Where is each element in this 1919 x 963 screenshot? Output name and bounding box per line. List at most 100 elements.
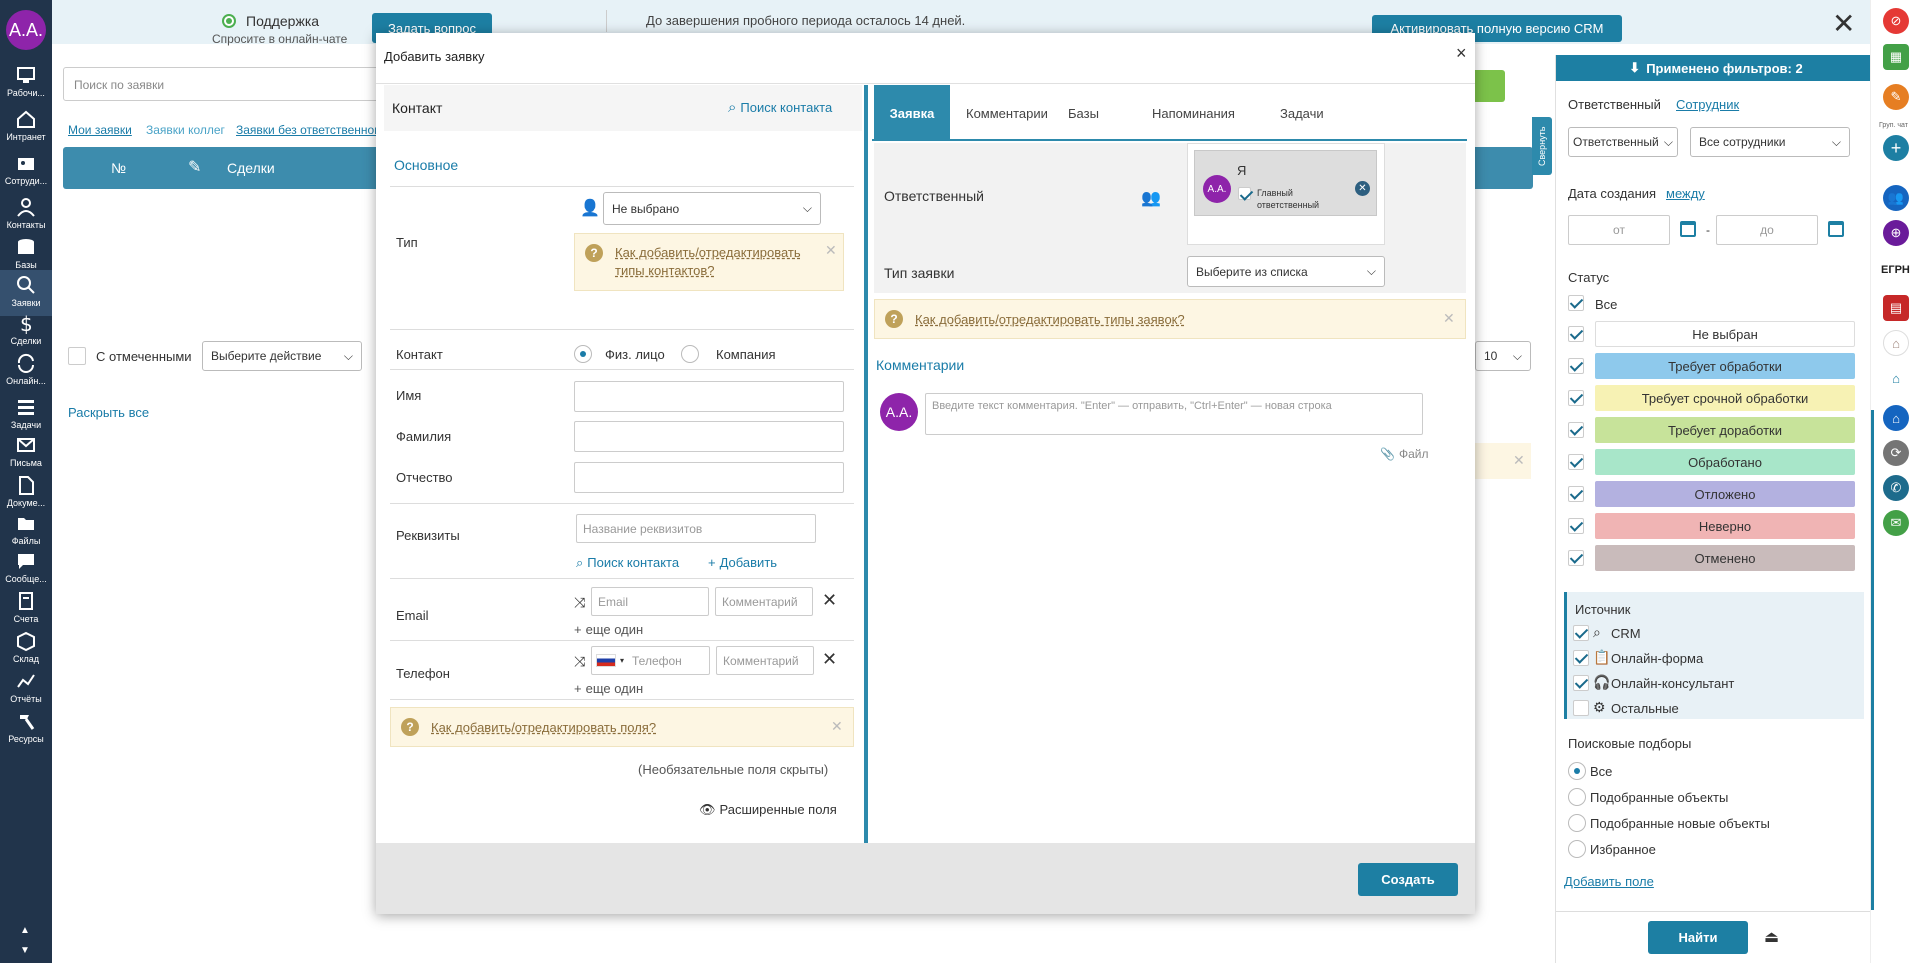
attach-file-link[interactable]: 📎 Файл — [1380, 447, 1428, 461]
upload-icon[interactable]: ⏏ — [1764, 927, 1779, 947]
date-from-input[interactable]: от — [1568, 215, 1670, 245]
select-all-checkbox[interactable] — [68, 347, 86, 365]
email-input[interactable]: Email — [591, 587, 709, 616]
add-email-link[interactable]: + еще один — [574, 622, 643, 637]
home-outline-icon[interactable]: ⌂ — [1883, 365, 1909, 391]
remove-responsible-icon[interactable]: ✕ — [1355, 181, 1370, 196]
nav-item[interactable]: Рабочи... — [0, 60, 52, 106]
modal-close-icon[interactable]: × — [1456, 43, 1467, 64]
mail-icon[interactable]: ✉ — [1883, 510, 1909, 536]
sync-icon[interactable]: ⟳ — [1883, 440, 1909, 466]
network-icon[interactable]: ⊕ — [1883, 220, 1909, 246]
my-requests-link[interactable]: Мои заявки — [68, 123, 132, 137]
phone-icon[interactable]: ✆ — [1883, 475, 1909, 501]
close-icon[interactable]: ✕ — [1513, 452, 1525, 469]
calendar-icon[interactable] — [1828, 221, 1844, 237]
remove-icon[interactable]: ✕ — [822, 649, 837, 670]
group-chat-icon[interactable]: ✎ — [1883, 84, 1909, 110]
comment-input[interactable]: Введите текст комментария. "Enter" — отп… — [925, 393, 1423, 435]
phone-comment-input[interactable]: Комментарий — [716, 646, 814, 675]
search-contact-link[interactable]: ⌕ Поиск контакта — [728, 99, 832, 116]
status-checkbox[interactable] — [1568, 422, 1584, 438]
close-icon[interactable]: ✕ — [1832, 10, 1855, 38]
status-all-checkbox[interactable] — [1568, 295, 1584, 311]
source-checkbox[interactable] — [1573, 700, 1589, 716]
date-to-input[interactable]: до — [1716, 215, 1818, 245]
calendar-icon[interactable] — [1680, 221, 1696, 237]
person-radio[interactable] — [574, 345, 592, 363]
search-option-radio[interactable] — [1568, 788, 1586, 806]
type-select[interactable]: Не выбрано ⌵ — [603, 192, 821, 225]
requisites-search-link[interactable]: ⌕ Поиск контакта — [576, 555, 679, 571]
employee-link[interactable]: Сотрудник — [1676, 97, 1739, 112]
tab-comments[interactable]: Комментарии — [966, 85, 1048, 141]
nav-item[interactable]: Интранет — [0, 104, 52, 150]
plus-icon[interactable]: + — [1883, 135, 1909, 161]
email-comment-input[interactable]: Комментарий — [715, 587, 813, 616]
status-checkbox[interactable] — [1568, 390, 1584, 406]
main-responsible-checkbox[interactable] — [1238, 187, 1251, 200]
expand-all-link[interactable]: Раскрыть все — [68, 405, 149, 420]
home-icon[interactable]: ⌂ — [1883, 405, 1909, 431]
tab-bases[interactable]: Базы — [1068, 85, 1099, 141]
tab-request[interactable]: Заявка — [874, 85, 950, 141]
status-checkbox[interactable] — [1568, 454, 1584, 470]
add-field-link[interactable]: Добавить поле — [1564, 874, 1654, 889]
green-button[interactable] — [1470, 70, 1505, 102]
status-badge[interactable]: Требует доработки — [1595, 417, 1855, 443]
between-link[interactable]: между — [1666, 186, 1705, 201]
status-badge[interactable]: Требует обработки — [1595, 353, 1855, 379]
shuffle-icon[interactable]: ⤨ — [574, 653, 585, 670]
nav-item[interactable]: Онлайн... — [0, 348, 52, 394]
extended-fields-link[interactable]: 👁 Расширенные поля — [699, 802, 837, 818]
tab-reminders[interactable]: Напоминания — [1152, 85, 1235, 141]
egrn-label[interactable]: ЕГРН — [1881, 264, 1910, 276]
add-phone-link[interactable]: + еще один — [574, 681, 643, 696]
request-type-hint-link[interactable]: Как добавить/отредактировать типы заявок… — [915, 312, 1185, 327]
source-checkbox[interactable] — [1573, 675, 1589, 691]
phone-input[interactable]: ▾ Телефон — [591, 646, 710, 675]
bulk-action-select[interactable]: Выберите действие ⌵ — [202, 341, 362, 371]
unassigned-requests-link[interactable]: Заявки без ответственного — [236, 123, 376, 137]
search-option-radio[interactable] — [1568, 840, 1586, 858]
nav-item[interactable]: Сотруди... — [0, 148, 52, 194]
nav-item[interactable]: Ресурсы — [0, 706, 52, 752]
page-size-select[interactable]: 10 ⌵ — [1475, 341, 1531, 371]
status-badge[interactable]: Неверно — [1595, 513, 1855, 539]
responsible-select[interactable]: Ответственный ⌵ — [1568, 127, 1678, 157]
scroll-up-icon[interactable]: ▲ — [20, 925, 30, 936]
create-button[interactable]: Создать — [1358, 863, 1458, 896]
search-input[interactable]: Поиск по заявки — [63, 67, 383, 101]
collapse-tab[interactable]: Свернуть — [1532, 117, 1552, 175]
fields-hint-link[interactable]: Как добавить/отредактировать поля? — [431, 720, 656, 735]
users-icon[interactable]: 👥 — [1883, 185, 1909, 211]
status-badge[interactable]: Отменено — [1595, 545, 1855, 571]
status-checkbox[interactable] — [1568, 518, 1584, 534]
status-checkbox[interactable] — [1568, 486, 1584, 502]
company-radio[interactable] — [681, 345, 699, 363]
shuffle-icon[interactable]: ⤨ — [574, 594, 585, 611]
status-checkbox[interactable] — [1568, 326, 1584, 342]
status-badge[interactable]: Обработано — [1595, 449, 1855, 475]
russia-flag-icon[interactable] — [596, 654, 616, 667]
group-icon[interactable]: 👥 — [1141, 188, 1161, 208]
remove-icon[interactable]: ✕ — [822, 590, 837, 611]
source-checkbox[interactable] — [1573, 650, 1589, 666]
patronymic-input[interactable] — [574, 462, 844, 493]
colleagues-requests-link[interactable]: Заявки коллег — [146, 123, 225, 137]
user-avatar[interactable]: A.A. — [6, 10, 46, 50]
surname-input[interactable] — [574, 421, 844, 452]
requisites-add-link[interactable]: + Добавить — [708, 555, 777, 570]
requisites-input[interactable]: Название реквизитов — [576, 514, 816, 543]
source-checkbox[interactable] — [1573, 625, 1589, 641]
status-checkbox[interactable] — [1568, 358, 1584, 374]
strip-scrollbar[interactable] — [1871, 410, 1874, 910]
house-icon[interactable]: ⌂ — [1883, 330, 1909, 356]
applied-filters-bar[interactable]: ⬇ Применено фильтров: 2 — [1556, 55, 1876, 81]
close-icon[interactable]: ✕ — [825, 242, 837, 259]
employees-select[interactable]: Все сотрудники ⌵ — [1690, 127, 1850, 157]
type-hint-link[interactable]: Как добавить/отредактировать типы контак… — [615, 244, 823, 280]
close-icon[interactable]: ✕ — [831, 718, 843, 735]
calendar-icon[interactable]: ▦ — [1883, 44, 1909, 70]
search-option-radio[interactable] — [1568, 814, 1586, 832]
